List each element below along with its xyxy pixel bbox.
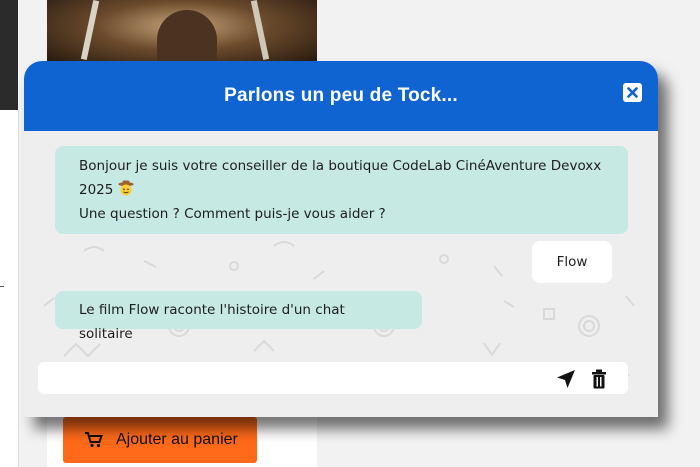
bot-message: Bonjour je suis votre conseiller de la b…	[55, 146, 628, 234]
message-input[interactable]	[46, 366, 550, 392]
chat-title: Parlons un peu de Tock...	[224, 85, 458, 106]
chat-messages: Bonjour je suis votre conseiller de la b…	[24, 131, 658, 417]
message-input-bar	[38, 362, 628, 394]
trash-icon[interactable]	[591, 368, 607, 390]
cowboy-emoji-icon	[118, 180, 134, 196]
divider	[0, 286, 4, 287]
chat-header: Parlons un peu de Tock...	[24, 61, 658, 131]
user-message: Flow	[532, 241, 612, 283]
chat-window: Parlons un peu de Tock... Bonjour je sui…	[24, 61, 658, 417]
product-thumbnail-left	[0, 0, 18, 110]
message-text: Flow	[556, 254, 588, 270]
add-to-cart-label: Ajouter au panier	[116, 431, 238, 448]
message-line: 2025	[79, 182, 114, 198]
send-icon[interactable]	[555, 368, 577, 390]
message-line: Une question ? Comment puis-je vous aide…	[79, 206, 386, 222]
close-icon	[627, 87, 638, 98]
message-line: Bonjour je suis votre conseiller de la b…	[79, 158, 602, 174]
add-to-cart-button[interactable]: Ajouter au panier	[63, 417, 257, 463]
bot-message: Le film Flow raconte l'histoire d'un cha…	[55, 291, 422, 342]
close-button[interactable]	[623, 83, 642, 102]
left-product-card	[0, 110, 19, 467]
movie-poster-image	[47, 0, 317, 65]
cart-icon	[85, 432, 103, 448]
